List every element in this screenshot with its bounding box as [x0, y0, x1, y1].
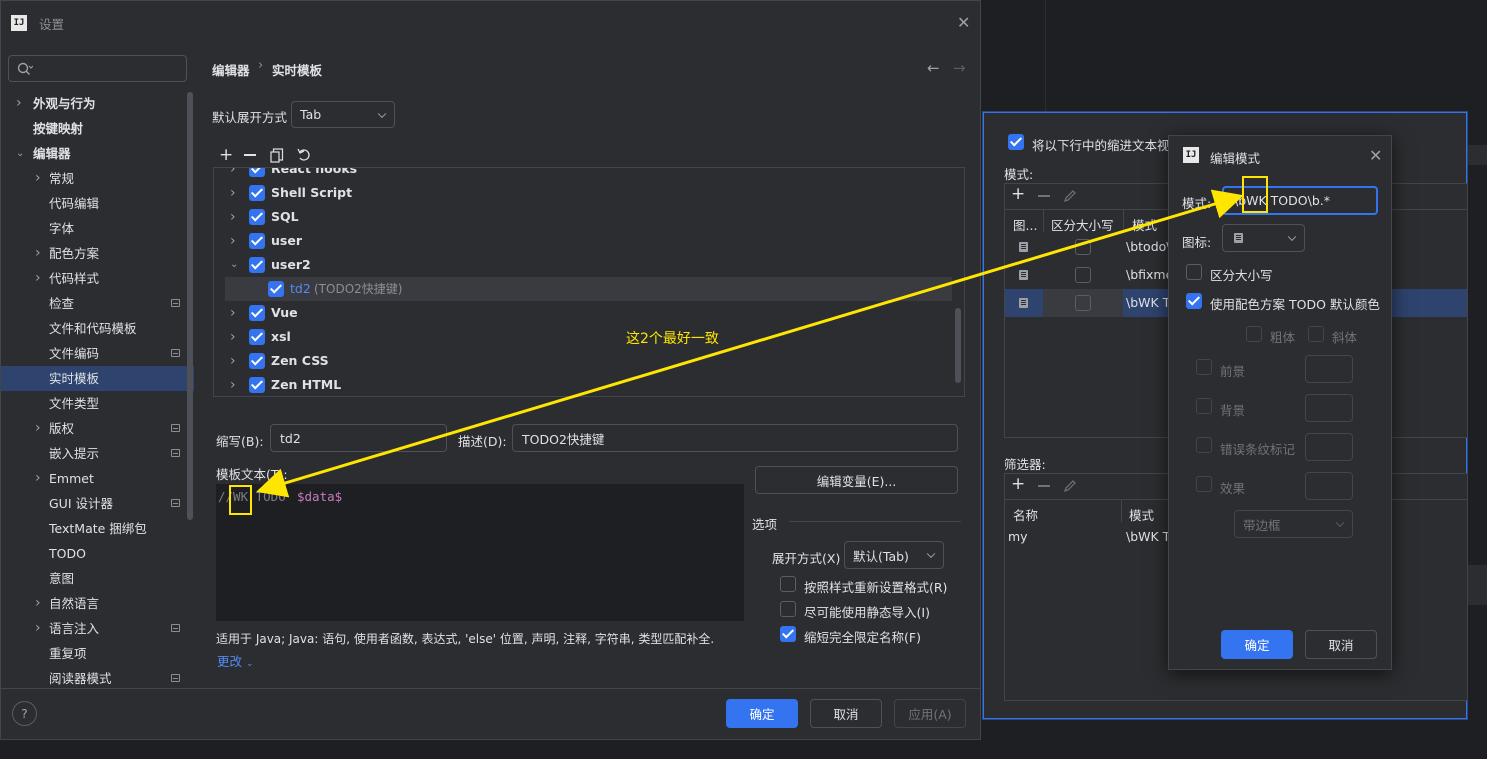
annotation-arrow	[256, 189, 1244, 498]
